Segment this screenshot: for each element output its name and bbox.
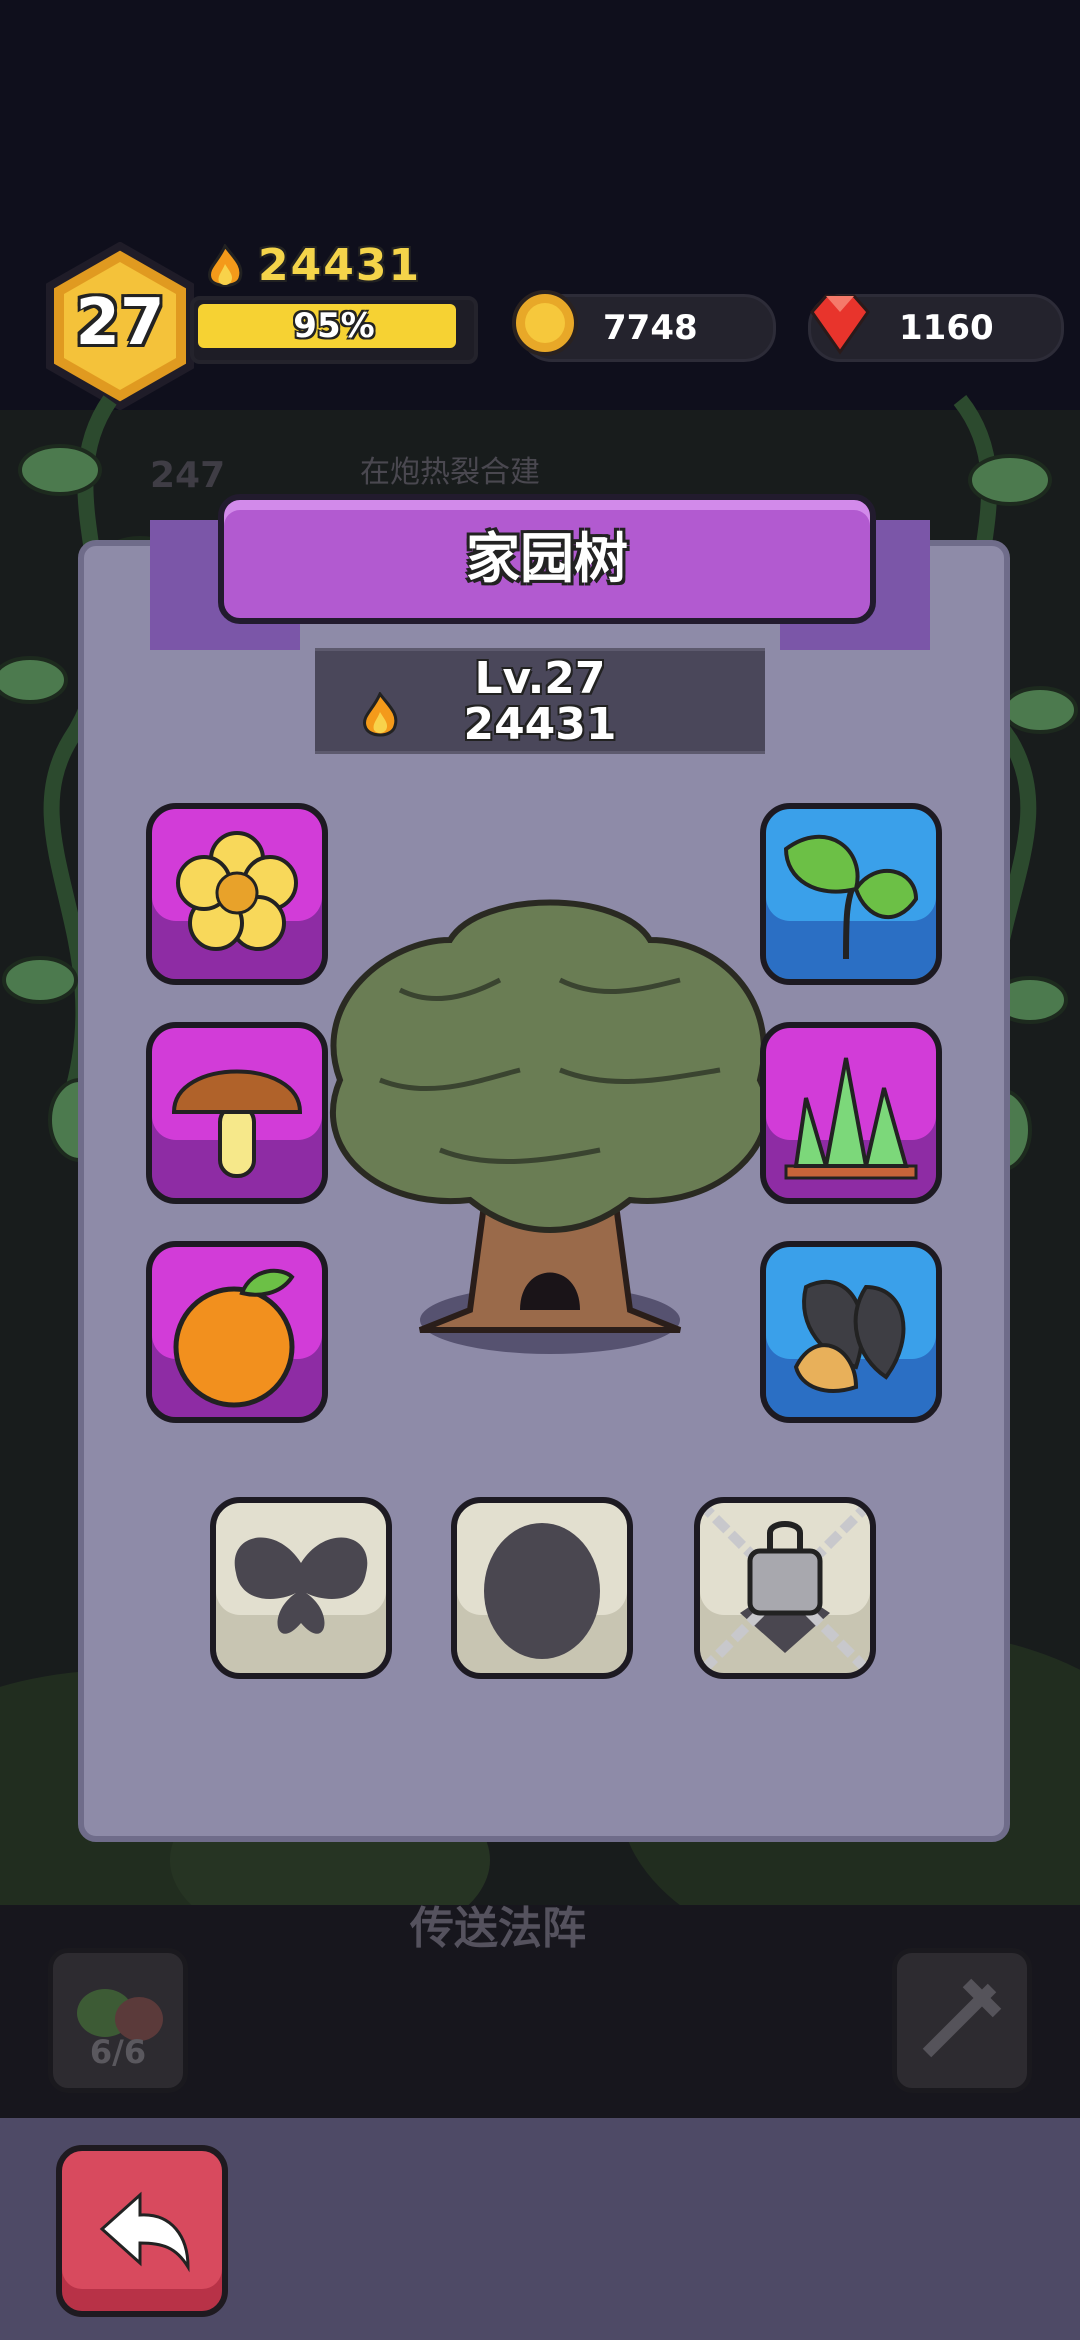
leaves-icon (783, 834, 919, 960)
ruby-icon (810, 294, 870, 355)
seeds-slot[interactable] (760, 1241, 942, 1423)
xp-progress-bar: 95% (190, 296, 478, 364)
locked-slot[interactable] (694, 1497, 876, 1679)
egg-silhouette-icon (484, 1523, 600, 1659)
player-power: 24431 (258, 240, 422, 291)
tools-button[interactable] (892, 1948, 1032, 2093)
pet-count: 6/6 (89, 2033, 147, 2071)
flame-icon (363, 692, 398, 737)
seeds-icon (793, 1279, 906, 1393)
coin-icon (512, 290, 578, 356)
egg-slot[interactable] (451, 1497, 633, 1679)
locked-chain-icon (700, 1503, 870, 1673)
flame-icon (208, 244, 243, 287)
panel-title: 家园树 (218, 494, 876, 624)
gem-amount: 1160 (899, 308, 994, 348)
grass-slot[interactable] (760, 1022, 942, 1204)
shovel-icon (922, 1978, 1002, 2058)
orange-slot[interactable] (146, 1241, 328, 1423)
mushroom-slot[interactable] (146, 1022, 328, 1204)
return-arrow-icon (99, 2191, 190, 2273)
butterfly-slot[interactable] (210, 1497, 392, 1679)
player-level: 27 (75, 286, 165, 360)
location-label: 传送法阵 (410, 1903, 586, 1954)
butterfly-silhouette-icon (234, 1537, 368, 1634)
mushroom-icon (171, 1069, 303, 1178)
back-button[interactable] (56, 2145, 228, 2317)
panel-title-text: 家园树 (466, 527, 628, 590)
pet-team-button[interactable]: 6/6 (48, 1948, 188, 2093)
grass-icon (784, 1057, 918, 1180)
flower-slot[interactable] (146, 803, 328, 985)
leaves-slot[interactable] (760, 803, 942, 985)
xp-progress-label: 95% (293, 306, 375, 346)
status-text: 在炮热裂合建 (360, 455, 540, 490)
coin-amount: 7748 (603, 308, 698, 348)
flower-icon (176, 831, 298, 951)
home-tree-image[interactable] (300, 880, 800, 1380)
orange-icon (173, 1268, 295, 1408)
